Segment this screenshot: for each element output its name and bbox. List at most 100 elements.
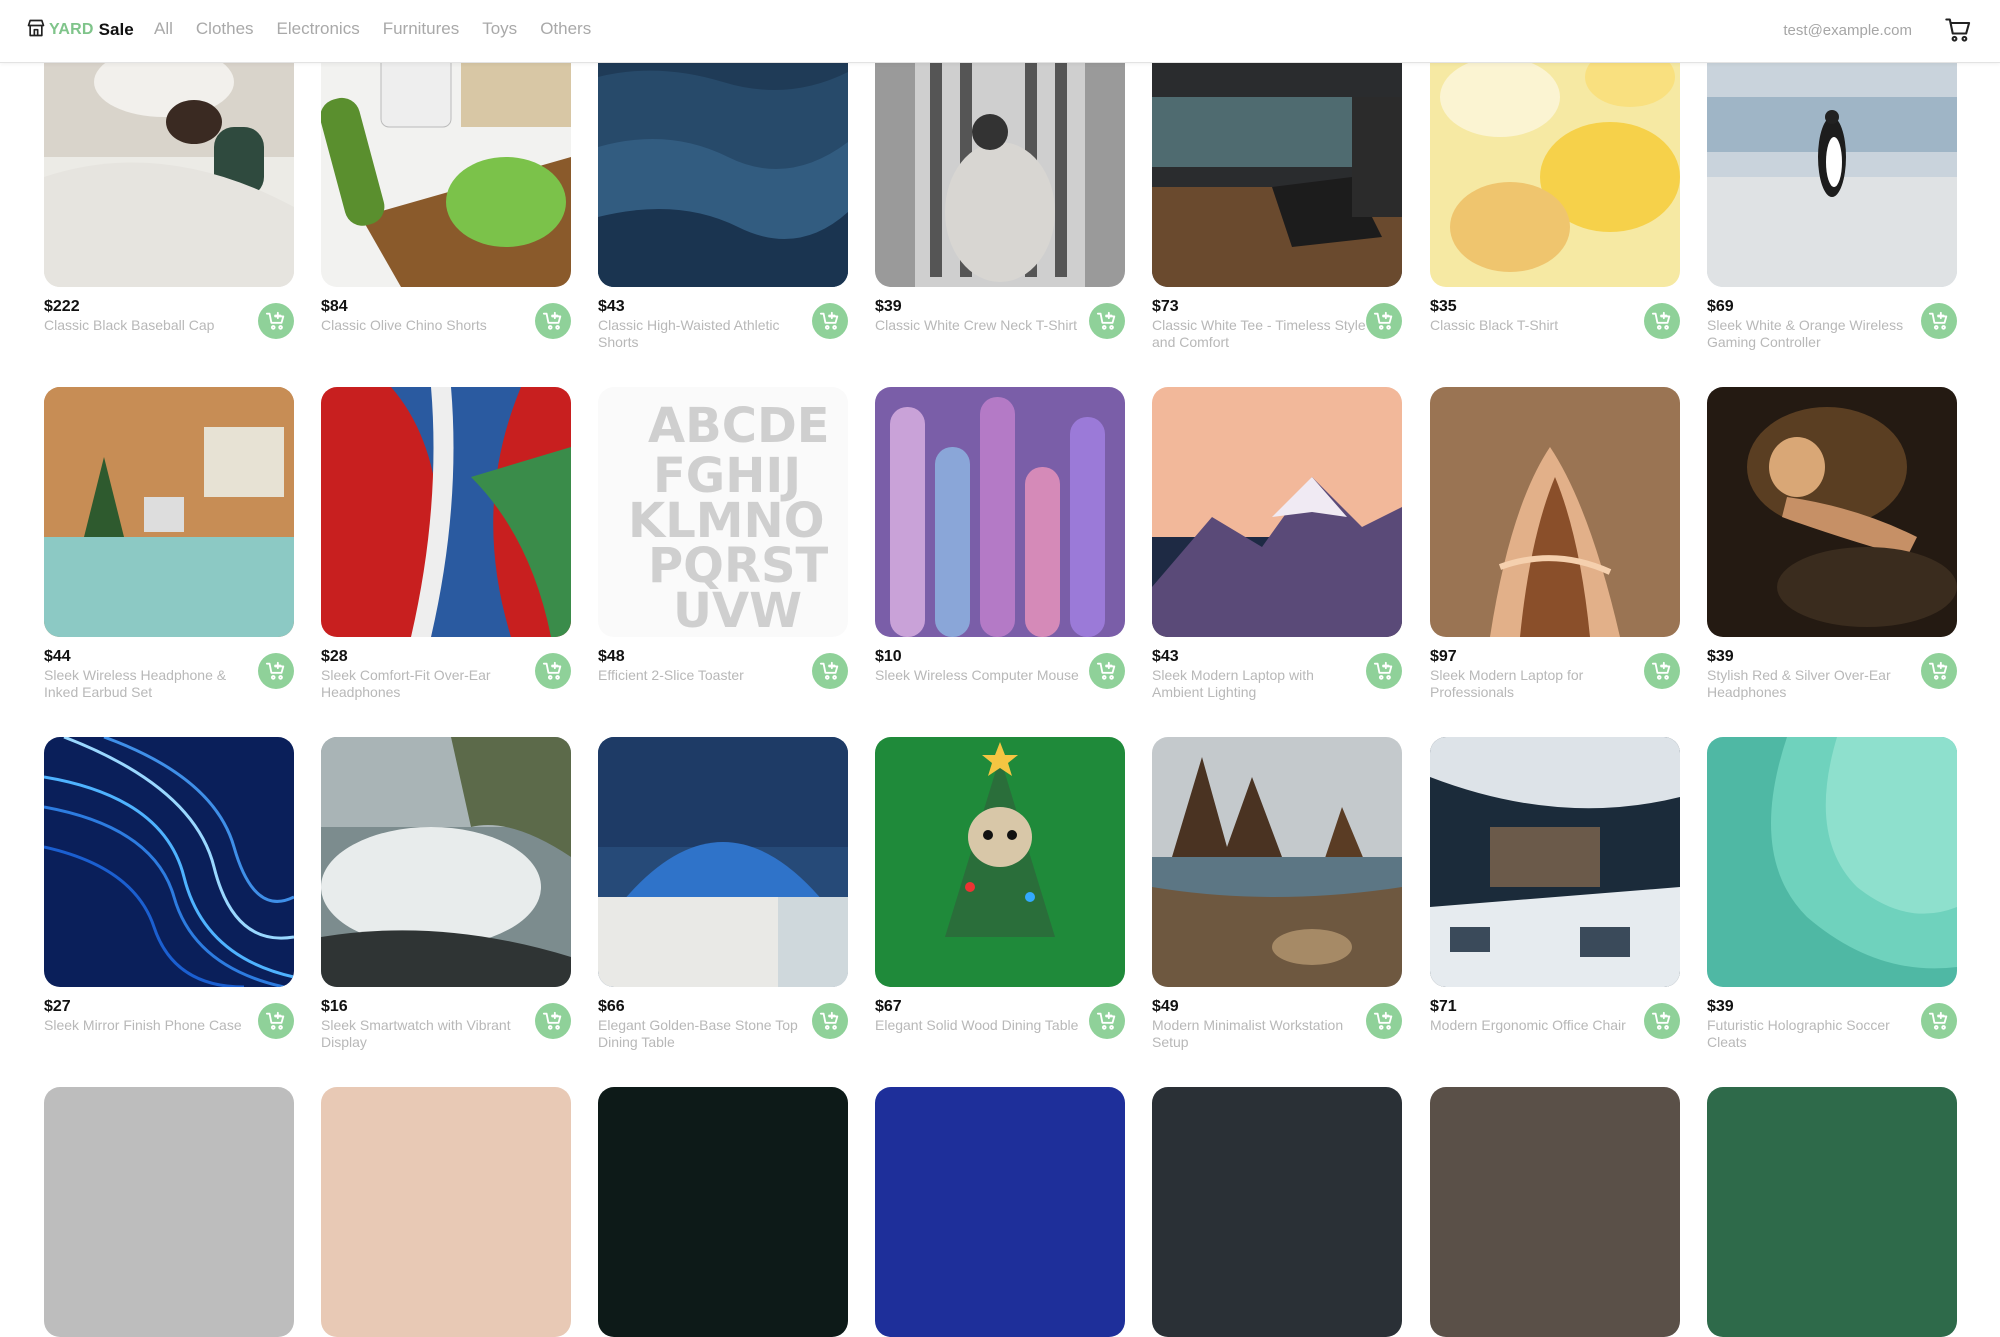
product-image[interactable]	[1152, 387, 1402, 637]
product-card[interactable]: $66 Elegant Golden-Base Stone Top Dining …	[598, 737, 848, 1087]
product-image[interactable]	[44, 737, 294, 987]
add-to-cart-button[interactable]	[535, 303, 571, 339]
nav-electronics[interactable]: Electronics	[277, 19, 360, 39]
add-to-cart-button[interactable]	[535, 1003, 571, 1039]
product-card[interactable]: ABCDE FGHIJ KLMNO PQRST UVW $48 Efficient 2-Sl…	[598, 387, 848, 737]
product-image[interactable]	[321, 387, 571, 637]
product-title[interactable]: Classic White Tee - Timeless Style and C…	[1152, 317, 1367, 351]
add-to-cart-button[interactable]	[1366, 303, 1402, 339]
nav-all[interactable]: All	[154, 19, 173, 39]
product-image[interactable]	[1707, 37, 1957, 287]
product-price: $28	[321, 648, 348, 665]
product-price: $97	[1430, 648, 1457, 665]
product-card[interactable]: $71 Modern Ergonomic Office Chair	[1430, 737, 1680, 1087]
product-card[interactable]: $35 Classic Black T-Shirt	[1430, 37, 1680, 387]
add-to-cart-button[interactable]	[258, 653, 294, 689]
product-card[interactable]: $16 Sleek Smartwatch with Vibrant Display	[321, 737, 571, 1087]
product-image[interactable]	[875, 387, 1125, 637]
product-title[interactable]: Sleek Wireless Computer Mouse	[875, 667, 1090, 684]
product-image[interactable]	[44, 37, 294, 287]
product-image[interactable]	[598, 737, 848, 987]
product-image[interactable]	[321, 737, 571, 987]
product-title[interactable]: Classic Black Baseball Cap	[44, 317, 259, 334]
product-title[interactable]: Efficient 2-Slice Toaster	[598, 667, 813, 684]
product-price: $43	[1152, 648, 1179, 665]
product-card[interactable]: $49 Modern Minimalist Workstation Setup	[1152, 737, 1402, 1087]
product-price: $16	[321, 998, 348, 1015]
nav-toys[interactable]: Toys	[482, 19, 517, 39]
product-image[interactable]	[1152, 737, 1402, 987]
add-to-cart-button[interactable]	[535, 653, 571, 689]
product-title[interactable]: Elegant Solid Wood Dining Table	[875, 1017, 1090, 1034]
product-title[interactable]: Sleek Wireless Headphone & Inked Earbud …	[44, 667, 259, 701]
add-to-cart-button[interactable]	[1089, 1003, 1125, 1039]
product-image[interactable]	[875, 737, 1125, 987]
product-image[interactable]	[1430, 37, 1680, 287]
product-title[interactable]: Classic White Crew Neck T-Shirt	[875, 317, 1090, 334]
product-card[interactable]: $39 Stylish Red & Silver Over-Ear Headpho…	[1707, 387, 1957, 737]
product-image[interactable]	[875, 37, 1125, 287]
product-card[interactable]: $39 Futuristic Holographic Soccer Cleats	[1707, 737, 1957, 1087]
product-image[interactable]	[44, 387, 294, 637]
add-to-cart-button[interactable]	[1644, 653, 1680, 689]
add-to-cart-button[interactable]	[1366, 653, 1402, 689]
product-image[interactable]	[321, 37, 571, 287]
add-to-cart-button[interactable]	[1644, 1003, 1680, 1039]
product-card[interactable]: $43 Sleek Modern Laptop with Ambient Ligh…	[1152, 387, 1402, 737]
add-to-cart-button[interactable]	[1089, 303, 1125, 339]
brand-logo[interactable]: YARD Sale	[26, 17, 134, 43]
product-card[interactable]: $10 Sleek Wireless Computer Mouse	[875, 387, 1125, 737]
add-to-cart-button[interactable]	[258, 303, 294, 339]
product-image[interactable]	[1707, 387, 1957, 637]
product-card[interactable]: $67 Elegant Solid Wood Dining Table	[875, 737, 1125, 1087]
product-image[interactable]	[1152, 37, 1402, 287]
product-title[interactable]: Classic High-Waisted Athletic Shorts	[598, 317, 813, 351]
product-title[interactable]: Futuristic Holographic Soccer Cleats	[1707, 1017, 1922, 1051]
product-image[interactable]	[598, 37, 848, 287]
product-title[interactable]: Classic Black T-Shirt	[1430, 317, 1645, 334]
nav-clothes[interactable]: Clothes	[196, 19, 254, 39]
svg-text:UVW: UVW	[673, 583, 802, 637]
user-email[interactable]: test@example.com	[1783, 22, 1912, 39]
product-price: $48	[598, 648, 625, 665]
product-title[interactable]: Modern Ergonomic Office Chair	[1430, 1017, 1645, 1034]
product-image[interactable]	[1707, 737, 1957, 987]
product-card[interactable]: $84 Classic Olive Chino Shorts	[321, 37, 571, 387]
add-to-cart-button[interactable]	[1921, 653, 1957, 689]
product-card[interactable]: $28 Sleek Comfort-Fit Over-Ear Headphones	[321, 387, 571, 737]
product-image[interactable]	[1430, 387, 1680, 637]
product-title[interactable]: Sleek White & Orange Wireless Gaming Con…	[1707, 317, 1922, 351]
add-to-cart-button[interactable]	[812, 303, 848, 339]
product-title[interactable]: Elegant Golden-Base Stone Top Dining Tab…	[598, 1017, 813, 1051]
add-to-cart-button[interactable]	[1921, 303, 1957, 339]
product-card[interactable]: $27 Sleek Mirror Finish Phone Case	[44, 737, 294, 1087]
product-title[interactable]: Sleek Modern Laptop with Ambient Lightin…	[1152, 667, 1367, 701]
add-to-cart-button[interactable]	[1644, 303, 1680, 339]
product-title[interactable]: Sleek Comfort-Fit Over-Ear Headphones	[321, 667, 536, 701]
product-title[interactable]: Sleek Smartwatch with Vibrant Display	[321, 1017, 536, 1051]
product-title[interactable]: Stylish Red & Silver Over-Ear Headphones	[1707, 667, 1922, 701]
add-to-cart-button[interactable]	[812, 653, 848, 689]
product-card[interactable]: $69 Sleek White & Orange Wireless Gaming …	[1707, 37, 1957, 387]
product-image[interactable]	[1430, 737, 1680, 987]
add-to-cart-button[interactable]	[1366, 1003, 1402, 1039]
product-card[interactable]: $222 Classic Black Baseball Cap	[44, 37, 294, 387]
nav-furnitures[interactable]: Furnitures	[383, 19, 460, 39]
add-to-cart-button[interactable]	[1921, 1003, 1957, 1039]
product-card[interactable]: $73 Classic White Tee - Timeless Style an…	[1152, 37, 1402, 387]
product-image[interactable]: ABCDE FGHIJ KLMNO PQRST UVW	[598, 387, 848, 637]
add-to-cart-button[interactable]	[258, 1003, 294, 1039]
product-title[interactable]: Sleek Modern Laptop for Professionals	[1430, 667, 1645, 701]
product-card[interactable]: $97 Sleek Modern Laptop for Professionals	[1430, 387, 1680, 737]
product-card[interactable]: $43 Classic High-Waisted Athletic Shorts	[598, 37, 848, 387]
add-to-cart-button[interactable]	[1089, 653, 1125, 689]
add-to-cart-button[interactable]	[812, 1003, 848, 1039]
nav-others[interactable]: Others	[540, 19, 591, 39]
product-title[interactable]: Modern Minimalist Workstation Setup	[1152, 1017, 1367, 1051]
shopping-cart-icon[interactable]	[1944, 16, 1972, 44]
product-title[interactable]: Sleek Mirror Finish Phone Case	[44, 1017, 259, 1034]
add-to-cart-icon	[1373, 1010, 1395, 1032]
product-card[interactable]: $44 Sleek Wireless Headphone & Inked Earb…	[44, 387, 294, 737]
product-card[interactable]: $39 Classic White Crew Neck T-Shirt	[875, 37, 1125, 387]
product-title[interactable]: Classic Olive Chino Shorts	[321, 317, 536, 334]
